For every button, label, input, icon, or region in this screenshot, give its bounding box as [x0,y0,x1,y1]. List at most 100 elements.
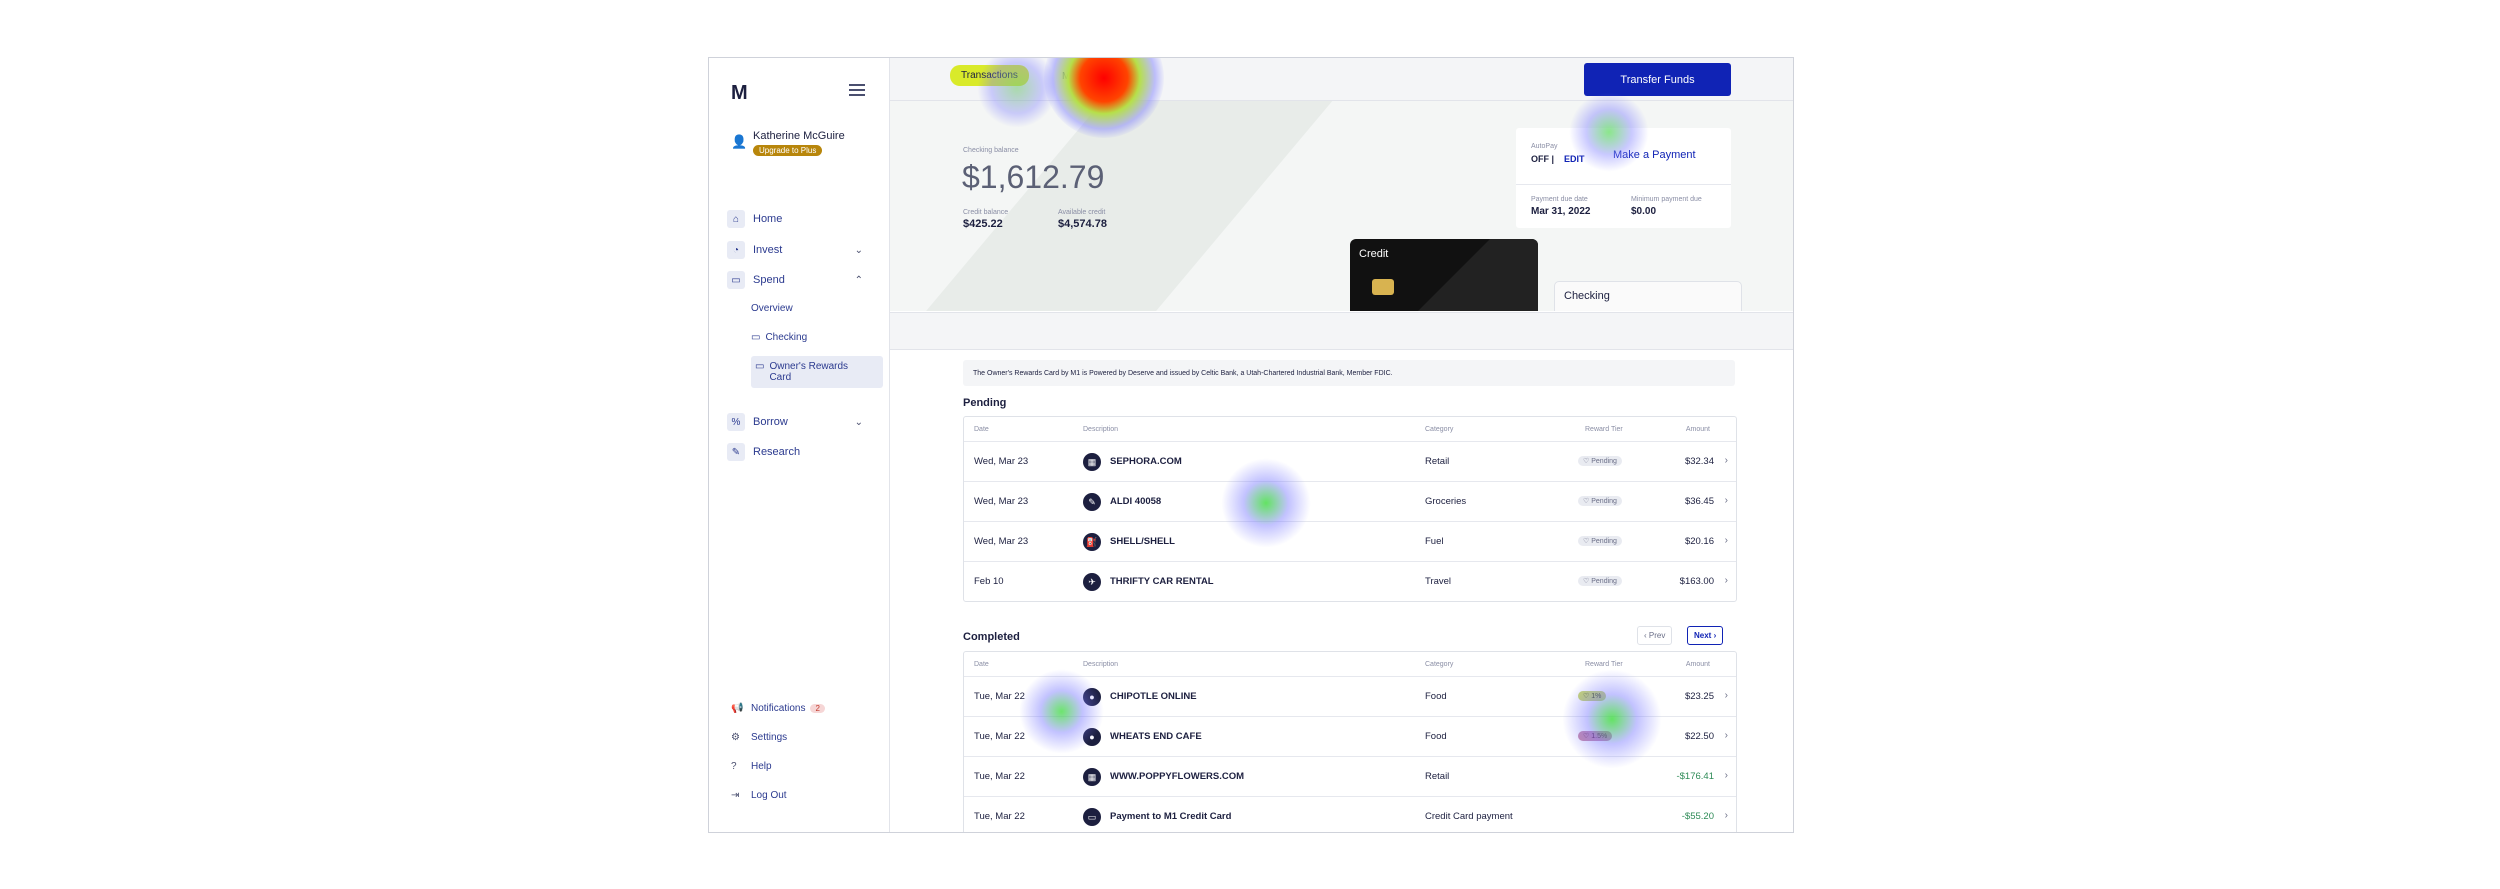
autopay-edit-link[interactable]: EDIT [1564,154,1585,164]
row-amount: $163.00 [1679,576,1714,587]
checking-card-label: Checking [1564,290,1610,302]
row-description: WWW.POPPYFLOWERS.COM [1110,771,1245,782]
row-description: THRIFTY CAR RENTAL [1110,576,1214,587]
make-payment-link[interactable]: Make a Payment [1613,149,1696,161]
row-category: Travel [1425,576,1452,587]
table-row[interactable]: Tue, Mar 22 ● CHIPOTLE ONLINE Food ♡ 1% $23.2… [964,677,1736,717]
completed-table: Date Description Category Reward Tier Am… [963,651,1737,832]
chevron-down-icon[interactable]: ⌄ [855,417,863,428]
m1-logo[interactable]: M [731,82,748,105]
available-credit-label: Available credit [1058,209,1106,216]
row-category: Fuel [1425,536,1444,547]
sidebar: M 👤 Katherine McGuire Upgrade to Plus ⌂ … [709,58,890,832]
row-description: WHEATS END CAFE [1110,731,1202,742]
table-row[interactable]: Wed, Mar 23 ✎ ALDI 40058 Groceries ♡ Pending… [964,482,1736,522]
credit-balance-value: $425.22 [963,218,1003,230]
card-icon: ▭ [755,361,765,372]
table-row[interactable]: Wed, Mar 23 ⛽ SHELL/SHELL Fuel ♡ Pending $20.… [964,522,1736,562]
sidebar-subitem-rewards-card[interactable]: ▭ Owner's Rewards Card [751,356,883,388]
help-icon: ? [731,761,737,772]
row-description: CHIPOTLE ONLINE [1110,691,1197,702]
sidebar-notifications[interactable]: 📢 Notifications 2 [731,703,825,714]
sidebar-item-label: Borrow [753,416,788,428]
sidebar-item-spend[interactable]: ▭ Spend ⌃ [727,269,877,291]
merchant-icon: ▭ [1083,808,1101,826]
row-amount: -$176.41 [1676,771,1714,782]
sidebar-item-borrow[interactable]: % Borrow ⌄ [727,411,877,433]
row-amount: $23.25 [1684,691,1714,702]
decorative-shape [900,101,1350,311]
tab-manage-card[interactable]: Manage card [1062,71,1120,82]
chevron-right-icon[interactable]: › [1725,770,1728,781]
reward-tier-badge: ♡ Pending [1578,536,1622,546]
user-icon: 👤 [731,134,748,149]
row-category: Food [1425,731,1447,742]
card-icon: ▭ [751,332,761,343]
sidebar-logout[interactable]: ⇥ Log Out [731,790,787,801]
row-category: Credit Card payment [1425,811,1513,822]
sidebar-item-home[interactable]: ⌂ Home [727,208,877,230]
sidebar-item-label: Research [753,446,801,458]
chevron-right-icon[interactable]: › [1725,575,1728,586]
row-description: SHELL/SHELL [1110,536,1175,547]
chevron-right-icon[interactable]: › [1725,455,1728,466]
table-row[interactable]: Tue, Mar 22 ● WHEATS END CAFE Food ♡ 1.5% $22… [964,717,1736,757]
payment-due-date-value: Mar 31, 2022 [1531,206,1591,217]
payment-due-date-label: Payment due date [1531,196,1588,203]
upgrade-badge[interactable]: Upgrade to Plus [753,145,823,156]
menu-collapse-icon[interactable] [849,84,865,98]
sidebar-item-label: Spend [753,274,785,286]
table-row[interactable]: Wed, Mar 23 ▦ SEPHORA.COM Retail ♡ Pending $3… [964,442,1736,482]
sidebar-subitem-overview[interactable]: Overview [751,303,875,314]
sidebar-subitem-checking[interactable]: ▭ Checking [751,332,875,343]
pie-chart-icon: ◔ [727,241,745,259]
credit-balance-label: Credit balance [963,209,1009,216]
payment-card: AutoPay OFF | EDIT Make a Payment Paymen… [1516,128,1731,228]
section-divider [890,312,1793,350]
autopay-status: OFF | [1531,154,1555,164]
pending-table: Date Description Category Reward Tier Am… [963,416,1737,602]
transfer-funds-button[interactable]: Transfer Funds [1584,63,1731,96]
merchant-icon: ● [1083,688,1101,706]
prev-page-button[interactable]: ‹ Prev [1637,626,1673,645]
row-date: Wed, Mar 23 [974,456,1029,467]
next-page-button[interactable]: Next › [1687,626,1724,645]
notification-count-badge: 2 [810,704,825,713]
logout-icon: ⇥ [731,790,740,801]
table-header: Date Description Category Reward Tier Am… [964,417,1736,442]
sidebar-item-invest[interactable]: ◔ Invest ⌄ [727,239,877,261]
completed-title: Completed [963,631,1020,643]
sidebar-item-label: Invest [753,244,783,256]
table-row[interactable]: Tue, Mar 22 ▭ Payment to M1 Credit Card Cre… [964,797,1736,832]
autopay-label: AutoPay [1531,143,1558,150]
credit-card-image[interactable]: Credit [1350,239,1538,311]
row-amount: $36.45 [1684,496,1714,507]
chevron-right-icon[interactable]: › [1725,810,1728,821]
table-row[interactable]: Feb 10 ✈ THRIFTY CAR RENTAL Travel ♡ Pending… [964,562,1736,601]
percent-icon: % [727,413,745,431]
table-row[interactable]: Tue, Mar 22 ▦ WWW.POPPYFLOWERS.COM Retail -$… [964,757,1736,797]
reward-tier-badge: ♡ Pending [1578,456,1622,466]
megaphone-icon: 📢 [731,703,744,714]
chevron-down-icon[interactable]: ⌄ [855,245,863,256]
sidebar-item-label: Home [753,213,783,225]
pending-title: Pending [963,397,1007,409]
checking-card-image[interactable]: Checking [1554,281,1742,311]
minimum-payment-value: $0.00 [1631,206,1657,217]
merchant-icon: ⛽ [1083,533,1101,551]
sidebar-help[interactable]: ? Help [731,761,772,772]
chevron-up-icon[interactable]: ⌃ [855,275,863,286]
sidebar-item-research[interactable]: ✎ Research [727,441,877,463]
reward-tier-badge: ♡ Pending [1578,496,1622,506]
chevron-right-icon[interactable]: › [1725,495,1728,506]
chevron-right-icon[interactable]: › [1725,730,1728,741]
sidebar-settings[interactable]: ⚙ Settings [731,732,787,743]
tab-transactions[interactable]: Transactions [950,65,1029,86]
merchant-icon: ● [1083,728,1101,746]
merchant-icon: ▦ [1083,453,1101,471]
row-amount: -$55.20 [1681,811,1714,822]
chevron-right-icon[interactable]: › [1725,535,1728,546]
chevron-right-icon[interactable]: › [1725,690,1728,701]
main-content: Transactions Manage card Transfer Funds … [890,58,1793,832]
gear-icon: ⚙ [731,732,740,743]
